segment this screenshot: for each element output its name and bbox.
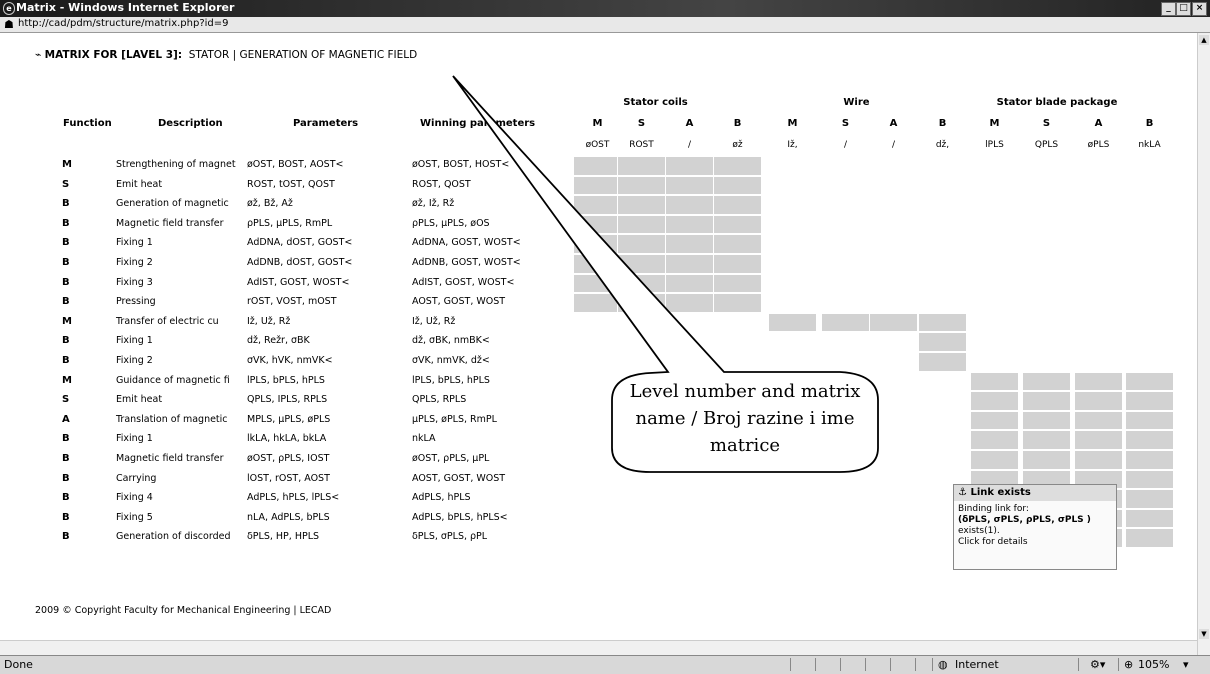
- status-bar: Done ◍ Internet ⚙▾ ⊕ 105% ▾: [0, 655, 1210, 674]
- footer: 2009 © Copyright Faculty for Mechanical …: [35, 605, 332, 616]
- zoom-icon[interactable]: ⊕: [1124, 658, 1133, 671]
- tooltip-line[interactable]: Click for details: [958, 537, 1112, 548]
- zoom-level[interactable]: 105%: [1138, 658, 1169, 671]
- protected-mode-icon[interactable]: ⚙▾: [1090, 658, 1105, 671]
- status-text: Done: [4, 658, 33, 671]
- tooltip-line: exists(1).: [958, 526, 1000, 536]
- zoom-dropdown-icon[interactable]: ▾: [1183, 658, 1189, 671]
- link-tooltip[interactable]: ⚓ Link exists Binding link for: (δPLS, σ…: [953, 484, 1117, 570]
- tooltip-title: Link exists: [970, 487, 1031, 498]
- callout-text: Level number and matrix name / Broj razi…: [629, 381, 861, 456]
- tooltip-line: Binding link for:: [958, 504, 1029, 514]
- globe-icon: ◍: [938, 658, 948, 671]
- tooltip-line: (δPLS, σPLS, ρPLS, σPLS ): [958, 515, 1091, 525]
- zone-text: Internet: [955, 658, 999, 671]
- callout-pointer: [452, 75, 879, 473]
- anchor-icon: ⚓: [958, 487, 967, 498]
